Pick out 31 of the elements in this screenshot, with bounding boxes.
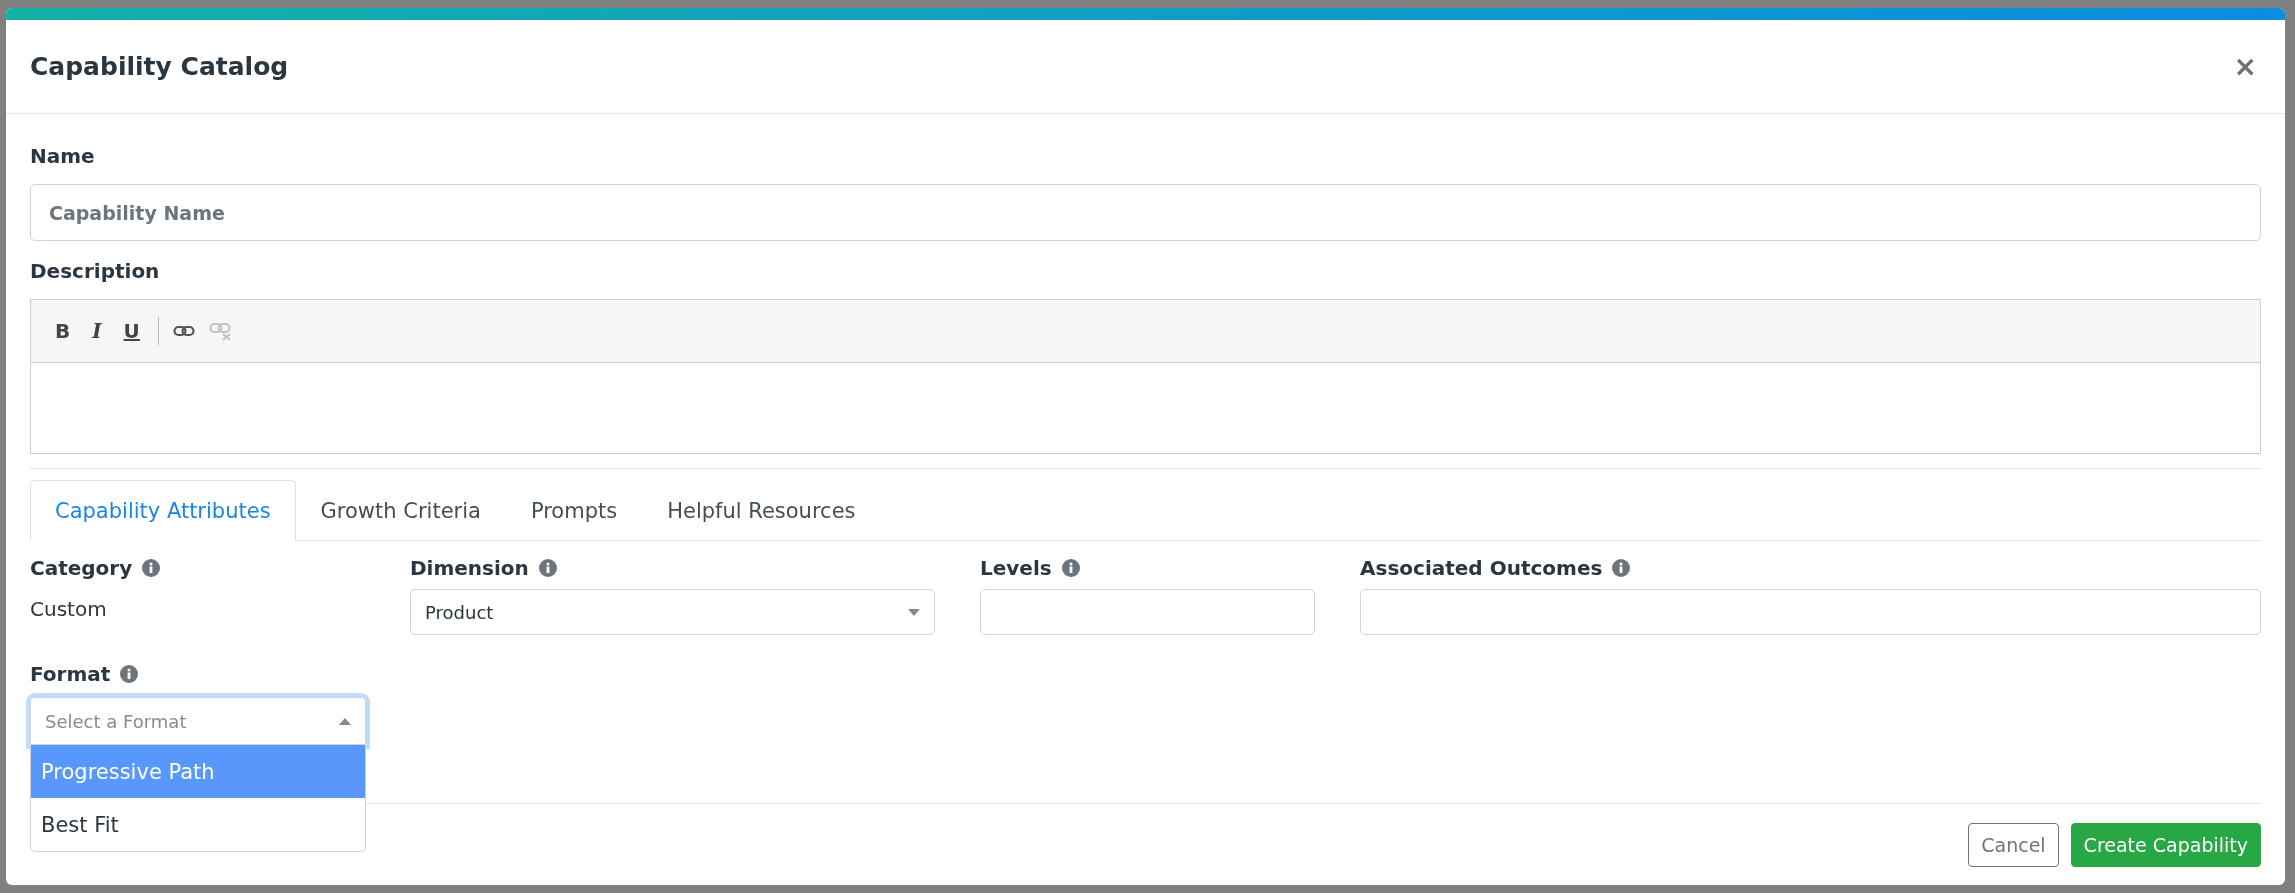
caret-icon [908,608,920,616]
italic-button[interactable]: I [88,319,106,343]
tab[interactable]: Helpful Resources [642,480,881,541]
info-icon[interactable] [142,559,161,577]
field-label: Format [30,662,111,686]
caret-icon [339,717,351,725]
close-button[interactable]: × [2229,52,2261,81]
name-input[interactable]: Capability Name [30,184,2261,241]
info-icon[interactable] [120,665,139,683]
field-value: Custom [30,597,108,621]
dropdown-option[interactable]: Best Fit [31,798,365,851]
tab[interactable]: Capability Attributes [30,480,296,541]
info-icon[interactable] [1612,559,1631,577]
dialog-title: Capability Catalog [30,52,289,81]
input-field[interactable] [980,589,1315,635]
info-icon[interactable] [538,559,557,577]
field-label: Associated Outcomes [1360,556,1603,580]
info-icon[interactable] [1061,559,1080,577]
field-label: Dimension [410,556,529,580]
cancel-button[interactable]: Cancel [1968,822,2059,867]
tab[interactable]: Prompts [505,480,643,541]
input-field[interactable] [1360,589,2261,635]
field-label: Description [30,258,161,285]
tab[interactable]: Growth Criteria [295,480,506,541]
link-icon[interactable] [172,324,195,338]
field-label: Name [30,143,96,170]
field-label: Category [30,556,133,580]
dimension-select[interactable]: Product [410,589,935,635]
field-label: Levels [980,556,1052,580]
bold-button[interactable]: B [51,319,75,343]
underline-button[interactable]: U [119,319,144,343]
